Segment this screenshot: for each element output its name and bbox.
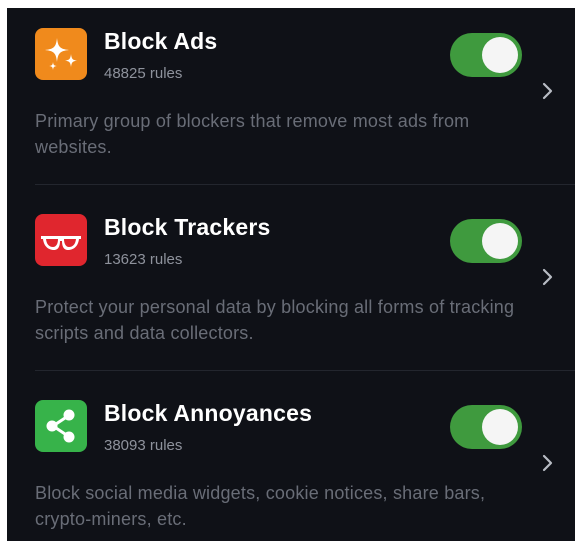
toggle-knob xyxy=(482,223,518,259)
blocker-title: Block Annoyances xyxy=(104,400,313,426)
block-trackers-icon-tile xyxy=(35,214,87,266)
chevron-right-icon[interactable] xyxy=(538,453,558,473)
list-item-block-annoyances[interactable]: Block Annoyances 38093 rules Block socia… xyxy=(7,380,575,558)
block-annoyances-toggle[interactable] xyxy=(450,405,522,449)
block-annoyances-icon-tile xyxy=(35,400,87,452)
chevron-right-icon[interactable] xyxy=(538,81,558,101)
block-trackers-toggle[interactable] xyxy=(450,219,522,263)
chevron-right-icon[interactable] xyxy=(538,267,558,287)
blocker-list: Block Ads 48825 rules Primary group of b… xyxy=(7,8,575,541)
divider xyxy=(35,184,575,185)
divider xyxy=(35,370,575,371)
blocker-description: Primary group of blockers that remove mo… xyxy=(35,111,470,157)
rule-count: 13623 rules xyxy=(104,251,183,268)
block-ads-toggle[interactable] xyxy=(450,33,522,77)
sparkles-icon xyxy=(45,38,77,70)
rule-count: 38093 rules xyxy=(104,437,183,454)
blocker-description: Block social media widgets, cookie notic… xyxy=(35,483,486,529)
rule-count: 48825 rules xyxy=(104,65,183,82)
blocker-title: Block Trackers xyxy=(104,214,271,240)
share-icon xyxy=(46,409,75,443)
toggle-knob xyxy=(482,409,518,445)
block-ads-icon-tile xyxy=(35,28,87,80)
list-item-block-ads[interactable]: Block Ads 48825 rules Primary group of b… xyxy=(7,8,575,186)
sunglasses-icon xyxy=(41,236,81,250)
blocker-title: Block Ads xyxy=(104,28,218,54)
blocker-description: Protect your personal data by blocking a… xyxy=(35,297,515,343)
toggle-knob xyxy=(482,37,518,73)
list-item-block-trackers[interactable]: Block Trackers 13623 rules Protect your … xyxy=(7,194,575,372)
